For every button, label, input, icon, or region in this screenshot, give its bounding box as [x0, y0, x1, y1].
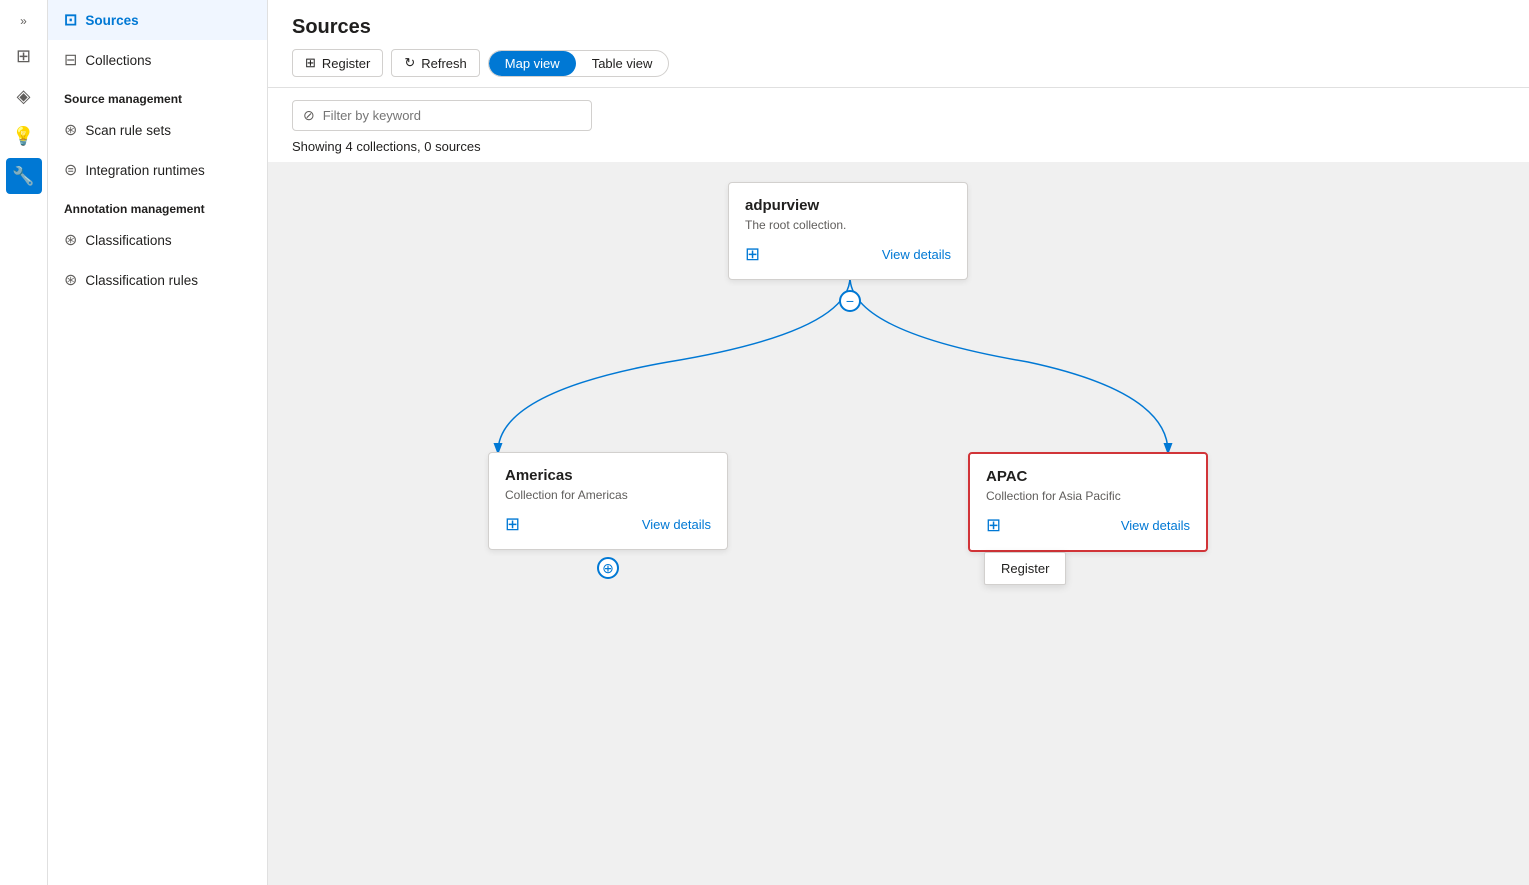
apac-grid-icon: ⊞ — [986, 515, 1001, 536]
classification-rules-icon: ⊛ — [64, 270, 77, 290]
americas-collection-card: Americas Collection for Americas ⊞ View … — [488, 452, 728, 550]
sidebar-item-collections[interactable]: ⊟ Collections — [48, 40, 267, 80]
sidebar-item-classification-rules[interactable]: ⊛ Classification rules — [48, 260, 267, 300]
table-view-button[interactable]: Table view — [576, 51, 669, 76]
map-view-button[interactable]: Map view — [489, 51, 576, 76]
refresh-button[interactable]: ↻ Refresh — [391, 49, 479, 77]
integration-runtimes-icon: ⊜ — [64, 160, 77, 180]
americas-view-details-link[interactable]: View details — [642, 517, 711, 532]
register-button[interactable]: ⊞ Register — [292, 49, 383, 77]
apac-card-subtitle: Collection for Asia Pacific — [986, 489, 1190, 503]
root-card-title: adpurview — [745, 197, 951, 214]
sidebar-scan-rule-sets-label: Scan rule sets — [85, 123, 171, 138]
sidebar-collections-label: Collections — [85, 53, 151, 68]
filter-input[interactable] — [323, 108, 581, 123]
register-popup-label: Register — [1001, 561, 1049, 576]
nav-icon-data[interactable]: ◈ — [6, 78, 42, 114]
root-collection-card: adpurview The root collection. ⊞ View de… — [728, 182, 968, 280]
collapse-button[interactable]: − — [839, 290, 861, 312]
main-content: Sources ⊞ Register ↻ Refresh Map view Ta… — [268, 0, 1529, 885]
map-area: adpurview The root collection. ⊞ View de… — [268, 162, 1529, 885]
root-card-subtitle: The root collection. — [745, 218, 951, 232]
sidebar-integration-runtimes-label: Integration runtimes — [85, 163, 204, 178]
americas-card-title: Americas — [505, 467, 711, 484]
classifications-icon: ⊛ — [64, 230, 77, 250]
showing-text: Showing 4 collections, 0 sources — [268, 135, 1529, 162]
root-grid-icon: ⊞ — [745, 244, 760, 265]
root-view-details-link[interactable]: View details — [882, 247, 951, 262]
page-title: Sources — [292, 16, 1505, 39]
register-icon: ⊞ — [305, 55, 316, 71]
nav-icon-insights[interactable]: 💡 — [6, 118, 42, 154]
toolbar: ⊞ Register ↻ Refresh Map view Table view — [292, 49, 1505, 77]
expand-americas-button[interactable]: ⊕ — [597, 557, 619, 579]
americas-card-footer: ⊞ View details — [505, 514, 711, 535]
source-management-header: Source management — [48, 80, 267, 110]
apac-collection-card: APAC Collection for Asia Pacific ⊞ View … — [968, 452, 1208, 552]
sources-icon: ⊡ — [64, 10, 77, 30]
sidebar-classifications-label: Classifications — [85, 233, 171, 248]
sidebar-sources-label: Sources — [85, 13, 138, 28]
apac-view-details-link[interactable]: View details — [1121, 518, 1190, 533]
sidebar-classification-rules-label: Classification rules — [85, 273, 198, 288]
expand-nav-icon[interactable]: » — [14, 8, 33, 34]
americas-grid-icon: ⊞ — [505, 514, 520, 535]
collections-icon: ⊟ — [64, 50, 77, 70]
filter-icon: ⊘ — [303, 107, 315, 124]
sidebar: ⊡ Sources ⊟ Collections Source managemen… — [48, 0, 268, 885]
register-popup[interactable]: Register — [984, 552, 1066, 585]
icon-rail: » ⊞ ◈ 💡 🔧 — [0, 0, 48, 885]
view-toggle: Map view Table view — [488, 50, 670, 77]
filter-bar: ⊘ — [268, 88, 1529, 135]
filter-input-container[interactable]: ⊘ — [292, 100, 592, 131]
refresh-icon: ↻ — [404, 55, 415, 71]
sidebar-item-integration-runtimes[interactable]: ⊜ Integration runtimes — [48, 150, 267, 190]
sidebar-item-scan-rule-sets[interactable]: ⊛ Scan rule sets — [48, 110, 267, 150]
annotation-management-header: Annotation management — [48, 190, 267, 220]
apac-card-title: APAC — [986, 468, 1190, 485]
americas-card-subtitle: Collection for Americas — [505, 488, 711, 502]
sidebar-item-sources[interactable]: ⊡ Sources — [48, 0, 267, 40]
main-header: Sources ⊞ Register ↻ Refresh Map view Ta… — [268, 0, 1529, 88]
apac-card-footer: ⊞ View details — [986, 515, 1190, 536]
nav-icon-management[interactable]: 🔧 — [6, 158, 42, 194]
nav-icon-home[interactable]: ⊞ — [6, 38, 42, 74]
root-card-footer: ⊞ View details — [745, 244, 951, 265]
scan-rule-sets-icon: ⊛ — [64, 120, 77, 140]
sidebar-item-classifications[interactable]: ⊛ Classifications — [48, 220, 267, 260]
